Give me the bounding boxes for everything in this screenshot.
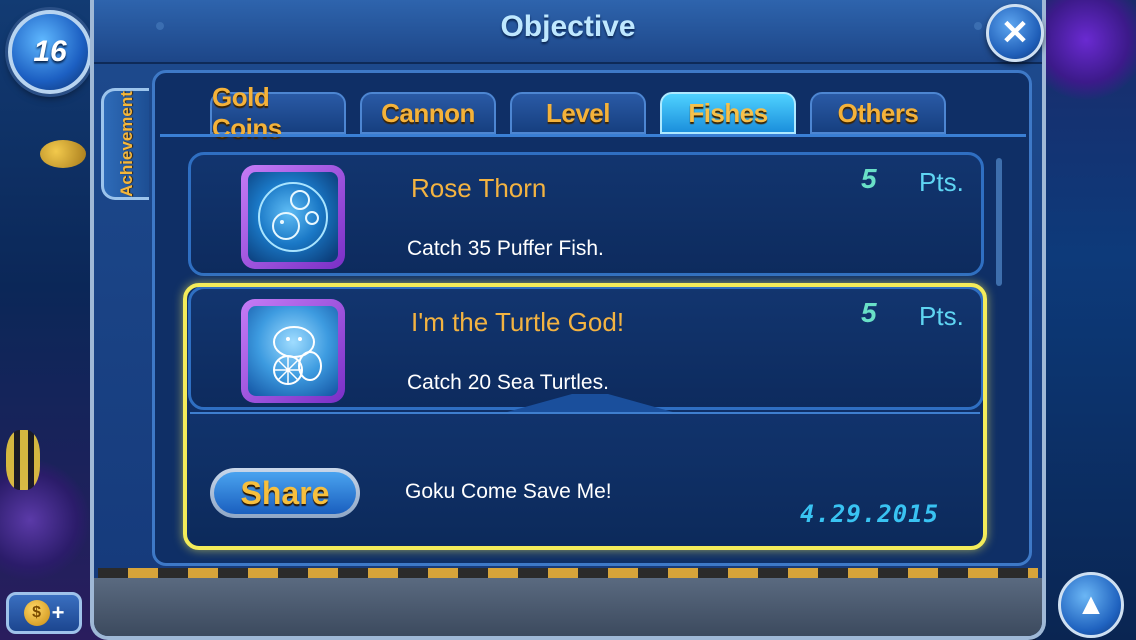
close-icon: ✕ [1000,14,1030,52]
tab-others[interactable]: Others [810,92,946,134]
share-message: Goku Come Save Me! [405,480,612,503]
completion-date: 4.29.2015 [800,500,940,528]
tab-label: Others [837,97,919,128]
puffer-fish-icon [241,165,345,269]
tab-cannon[interactable]: Cannon [360,92,496,134]
tab-gold-coins[interactable]: Gold Coins [210,82,346,143]
tab-level[interactable]: Level [510,92,646,134]
achievement-item-selected[interactable]: I'm the Turtle God! Catch 20 Sea Turtles… [188,286,984,410]
tab-divider [160,134,1026,137]
tab-fishes[interactable]: Fishes [660,92,796,134]
achievement-item[interactable]: Rose Thorn Catch 35 Puffer Fish. 5 Pts. [188,152,984,276]
achievement-description: Catch 35 Puffer Fish. [407,237,604,260]
scroll-up-button[interactable]: ▲ [1058,572,1124,638]
angelfish-decoration [6,430,40,490]
tab-label: Cannon [381,97,475,128]
achievement-tab-label: Achievement [116,91,136,197]
achievement-side-tab[interactable]: Achievement [101,88,149,200]
achievement-description: Catch 20 Sea Turtles. [407,371,609,394]
add-coins-button[interactable]: $ + [6,592,82,634]
bottom-bar [94,578,1042,636]
close-button[interactable]: ✕ [986,4,1044,62]
share-button[interactable]: Share [210,468,360,518]
pufferfish-decoration [40,140,86,168]
achievement-title: I'm the Turtle God! [411,307,625,337]
player-level-badge: 16 [8,10,92,94]
points-label: Pts. [919,167,964,197]
achievement-points: 5 [861,163,877,194]
tab-label: Level [546,97,611,128]
player-level: 16 [33,35,67,68]
hazard-stripe [98,568,1038,578]
title-bar: Objective [94,0,1042,64]
share-button-label: Share [240,474,330,511]
coin-icon: $ [23,600,50,626]
scrollbar[interactable] [996,158,1002,286]
points-label: Pts. [919,301,964,331]
tab-label: Fishes [688,97,768,128]
chevron-up-icon: ▲ [1076,588,1106,621]
plus-icon: + [51,600,65,625]
achievement-points: 5 [861,297,877,328]
turtle-icon [241,299,345,403]
achievement-title: Rose Thorn [411,173,547,203]
panel-title: Objective [500,10,636,43]
